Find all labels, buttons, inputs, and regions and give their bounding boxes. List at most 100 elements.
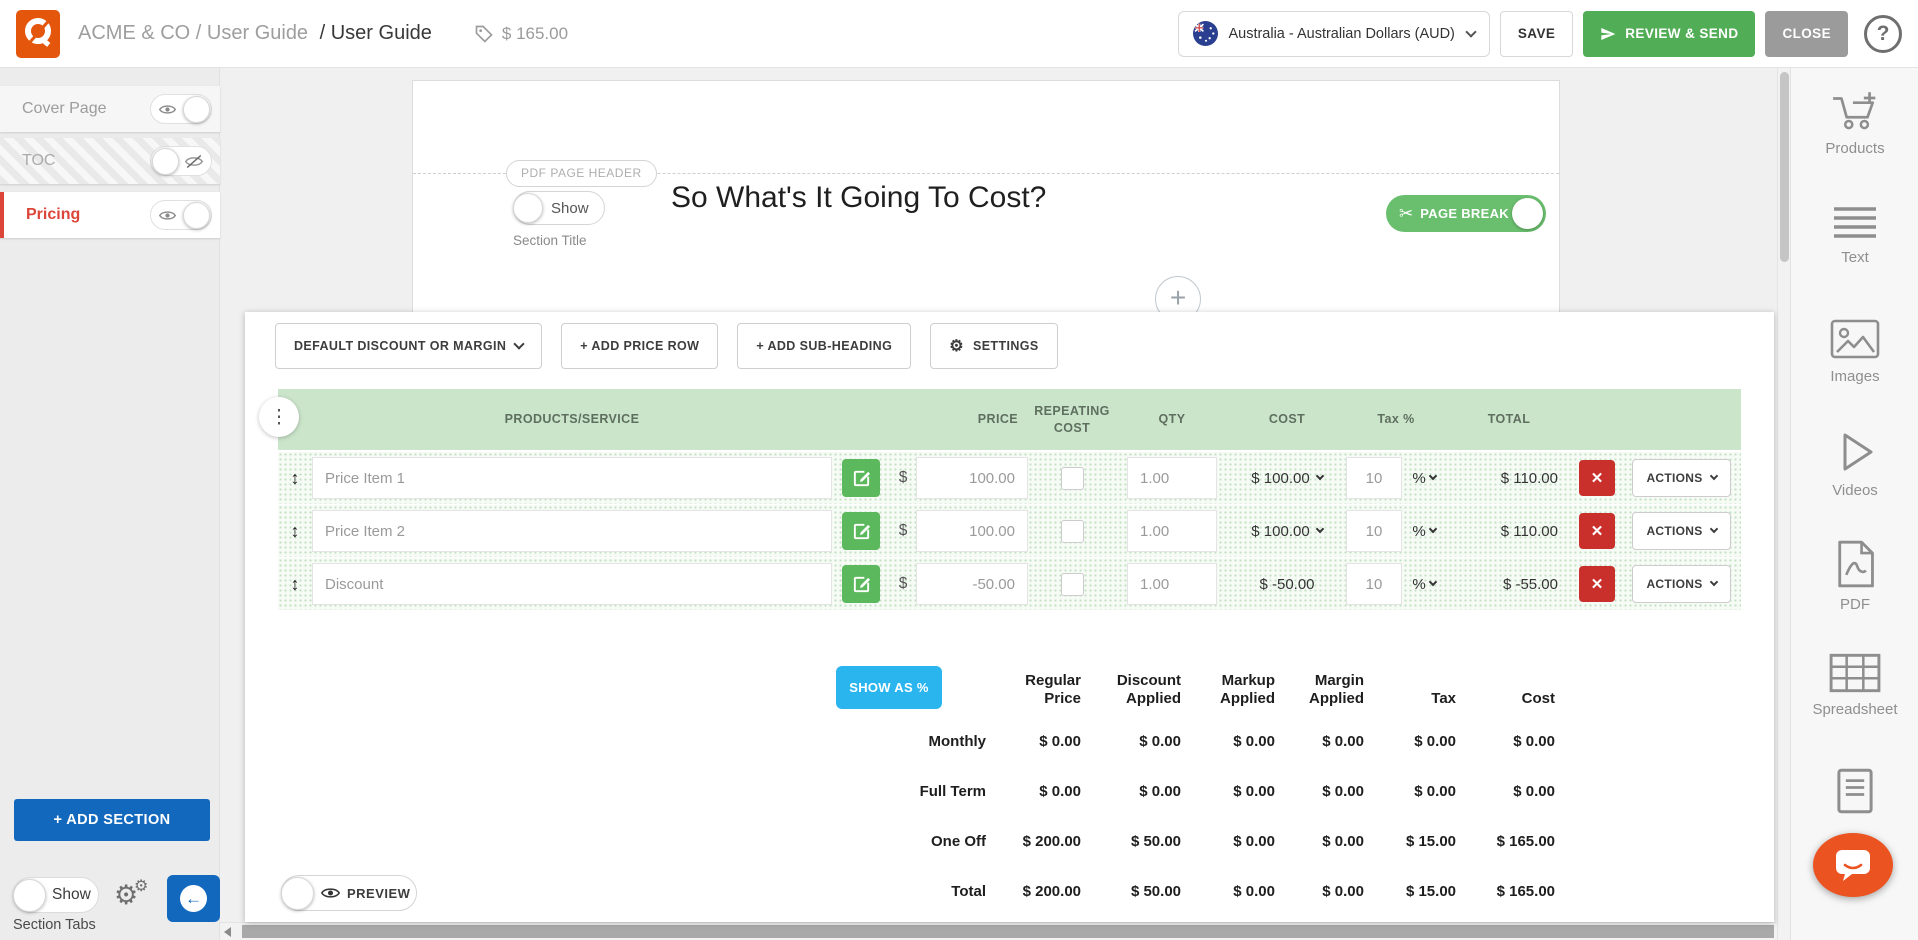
repeating-cost-checkbox[interactable] (1061, 520, 1084, 543)
cart-plus-icon (1830, 90, 1880, 132)
sidebar-item-cover-page[interactable]: Cover Page (0, 86, 220, 132)
cost-dropdown[interactable]: $ 100.00 (1228, 452, 1346, 504)
row-drag-handle[interactable] (278, 505, 312, 557)
table-drag-handle[interactable] (259, 397, 299, 437)
help-button[interactable]: ? (1864, 15, 1902, 53)
percent-symbol: % (1412, 470, 1425, 487)
tax-input[interactable] (1346, 510, 1402, 552)
repeating-cost-checkbox[interactable] (1061, 467, 1084, 490)
sidebar-item-text[interactable]: Text (1791, 205, 1918, 266)
pencil-square-icon (852, 575, 871, 594)
settings-button[interactable]: SETTINGS (930, 323, 1057, 369)
row-actions-dropdown[interactable]: ACTIONS (1632, 512, 1730, 550)
qty-input[interactable] (1127, 457, 1217, 499)
pencil-square-icon (852, 522, 871, 541)
add-section-button[interactable]: + ADD SECTION (14, 799, 210, 841)
sidebar-item-spreadsheet[interactable]: Spreadsheet (1791, 653, 1918, 718)
price-input[interactable] (916, 563, 1028, 605)
edit-item-button[interactable] (842, 565, 880, 603)
qty-input[interactable] (1127, 510, 1217, 552)
repeating-cost-checkbox[interactable] (1061, 573, 1084, 596)
row-actions-dropdown[interactable]: ACTIONS (1632, 565, 1730, 603)
sidebar-item-document[interactable] (1791, 768, 1918, 814)
section-title[interactable]: So What's It Going To Cost? (671, 181, 1046, 215)
preview-toggle[interactable]: PREVIEW (281, 875, 417, 911)
settings-gears-icon[interactable] (114, 880, 138, 911)
tax-unit-dropdown[interactable]: % (1402, 558, 1446, 610)
sidebar-item-toc[interactable]: TOC (0, 138, 220, 184)
currency-symbol: $ (890, 452, 916, 504)
chevron-down-icon (1428, 525, 1436, 533)
vertical-scrollbar[interactable] (1777, 68, 1790, 940)
collapse-sidebar-button[interactable]: ← (167, 875, 220, 922)
default-discount-margin-dropdown[interactable]: DEFAULT DISCOUNT OR MARGIN (275, 323, 542, 369)
item-name-input[interactable] (312, 563, 832, 605)
delete-row-button[interactable]: ✕ (1579, 513, 1615, 549)
add-sub-heading-button[interactable]: + ADD SUB-HEADING (737, 323, 911, 369)
chat-bubble-icon (1833, 848, 1873, 882)
preview-label: PREVIEW (347, 886, 410, 901)
horizontal-scrollbar[interactable] (220, 922, 1777, 940)
actions-label: ACTIONS (1646, 577, 1702, 591)
edit-item-button[interactable] (842, 512, 880, 550)
tax-unit-dropdown[interactable]: % (1402, 452, 1446, 504)
item-name-input[interactable] (312, 510, 832, 552)
price-input[interactable] (916, 510, 1028, 552)
text-lines-icon (1831, 205, 1879, 241)
settings-label: SETTINGS (973, 339, 1039, 353)
price-row-discount: $ $ -50.00 % $ -55.00 ✕ ACTIONS (278, 558, 1741, 610)
scroll-left-arrow[interactable] (224, 927, 231, 937)
visibility-toggle[interactable] (150, 94, 212, 124)
vertical-scrollbar-thumb[interactable] (1780, 72, 1789, 262)
section-label: TOC (22, 152, 55, 170)
pricing-module: DEFAULT DISCOUNT OR MARGIN + ADD PRICE R… (245, 312, 1774, 922)
currency-symbol: $ (890, 558, 916, 610)
qty-input[interactable] (1127, 563, 1217, 605)
sidebar-item-pricing[interactable]: Pricing (0, 192, 220, 238)
edit-item-button[interactable] (842, 459, 880, 497)
chat-widget-button[interactable] (1813, 833, 1893, 897)
section-tabs-show-toggle[interactable]: Show (13, 877, 99, 913)
sidebar-item-images[interactable]: Images (1791, 318, 1918, 385)
toggle-knob (183, 96, 210, 123)
summary-value: $ 0.00 (1275, 733, 1364, 750)
visibility-toggle[interactable] (150, 146, 212, 176)
sidebar-item-pdf[interactable]: PDF (1791, 540, 1918, 613)
row-total: $ 110.00 (1446, 452, 1572, 504)
currency-selector[interactable]: Australia - Australian Dollars (AUD) (1178, 11, 1489, 57)
section-title-show-toggle[interactable]: Show (513, 191, 605, 225)
sidebar-item-products[interactable]: Products (1791, 90, 1918, 157)
tax-unit-dropdown[interactable]: % (1402, 505, 1446, 557)
visibility-toggle[interactable] (150, 200, 212, 230)
currency-symbol: $ (890, 505, 916, 557)
chevron-down-icon (1428, 578, 1436, 586)
totals-summary: SHOW AS % Regular Price Discount Applied… (836, 658, 1555, 916)
row-actions-dropdown[interactable]: ACTIONS (1632, 459, 1730, 497)
tax-input[interactable] (1346, 457, 1402, 499)
delete-row-button[interactable]: ✕ (1579, 460, 1615, 496)
col-price: PRICE (916, 411, 1028, 428)
brand-logo-icon[interactable] (16, 10, 60, 58)
review-send-button[interactable]: REVIEW & SEND (1583, 11, 1755, 57)
row-drag-handle[interactable] (278, 558, 312, 610)
sidebar-item-videos[interactable]: Videos (1791, 430, 1918, 499)
page-break-toggle[interactable]: PAGE BREAK (1386, 195, 1546, 232)
chevron-down-icon (1315, 472, 1323, 480)
item-name-input[interactable] (312, 457, 832, 499)
show-as-percent-button[interactable]: SHOW AS % (836, 666, 942, 709)
arrow-left-icon: ← (180, 885, 207, 912)
topbar-actions: Australia - Australian Dollars (AUD) SAV… (1178, 11, 1902, 57)
add-price-row-button[interactable]: + ADD PRICE ROW (561, 323, 718, 369)
price-input[interactable] (916, 457, 1028, 499)
toggle-knob (183, 202, 210, 229)
delete-row-button[interactable]: ✕ (1579, 566, 1615, 602)
toggle-knob (152, 148, 179, 175)
horizontal-scrollbar-thumb[interactable] (242, 925, 1774, 938)
close-button[interactable]: CLOSE (1765, 11, 1848, 57)
save-button[interactable]: SAVE (1500, 11, 1573, 57)
row-drag-handle[interactable] (278, 452, 312, 504)
item-label: Images (1830, 368, 1879, 385)
cost-dropdown[interactable]: $ 100.00 (1228, 505, 1346, 557)
cost-value-static: $ -50.00 (1228, 558, 1346, 610)
tax-input[interactable] (1346, 563, 1402, 605)
